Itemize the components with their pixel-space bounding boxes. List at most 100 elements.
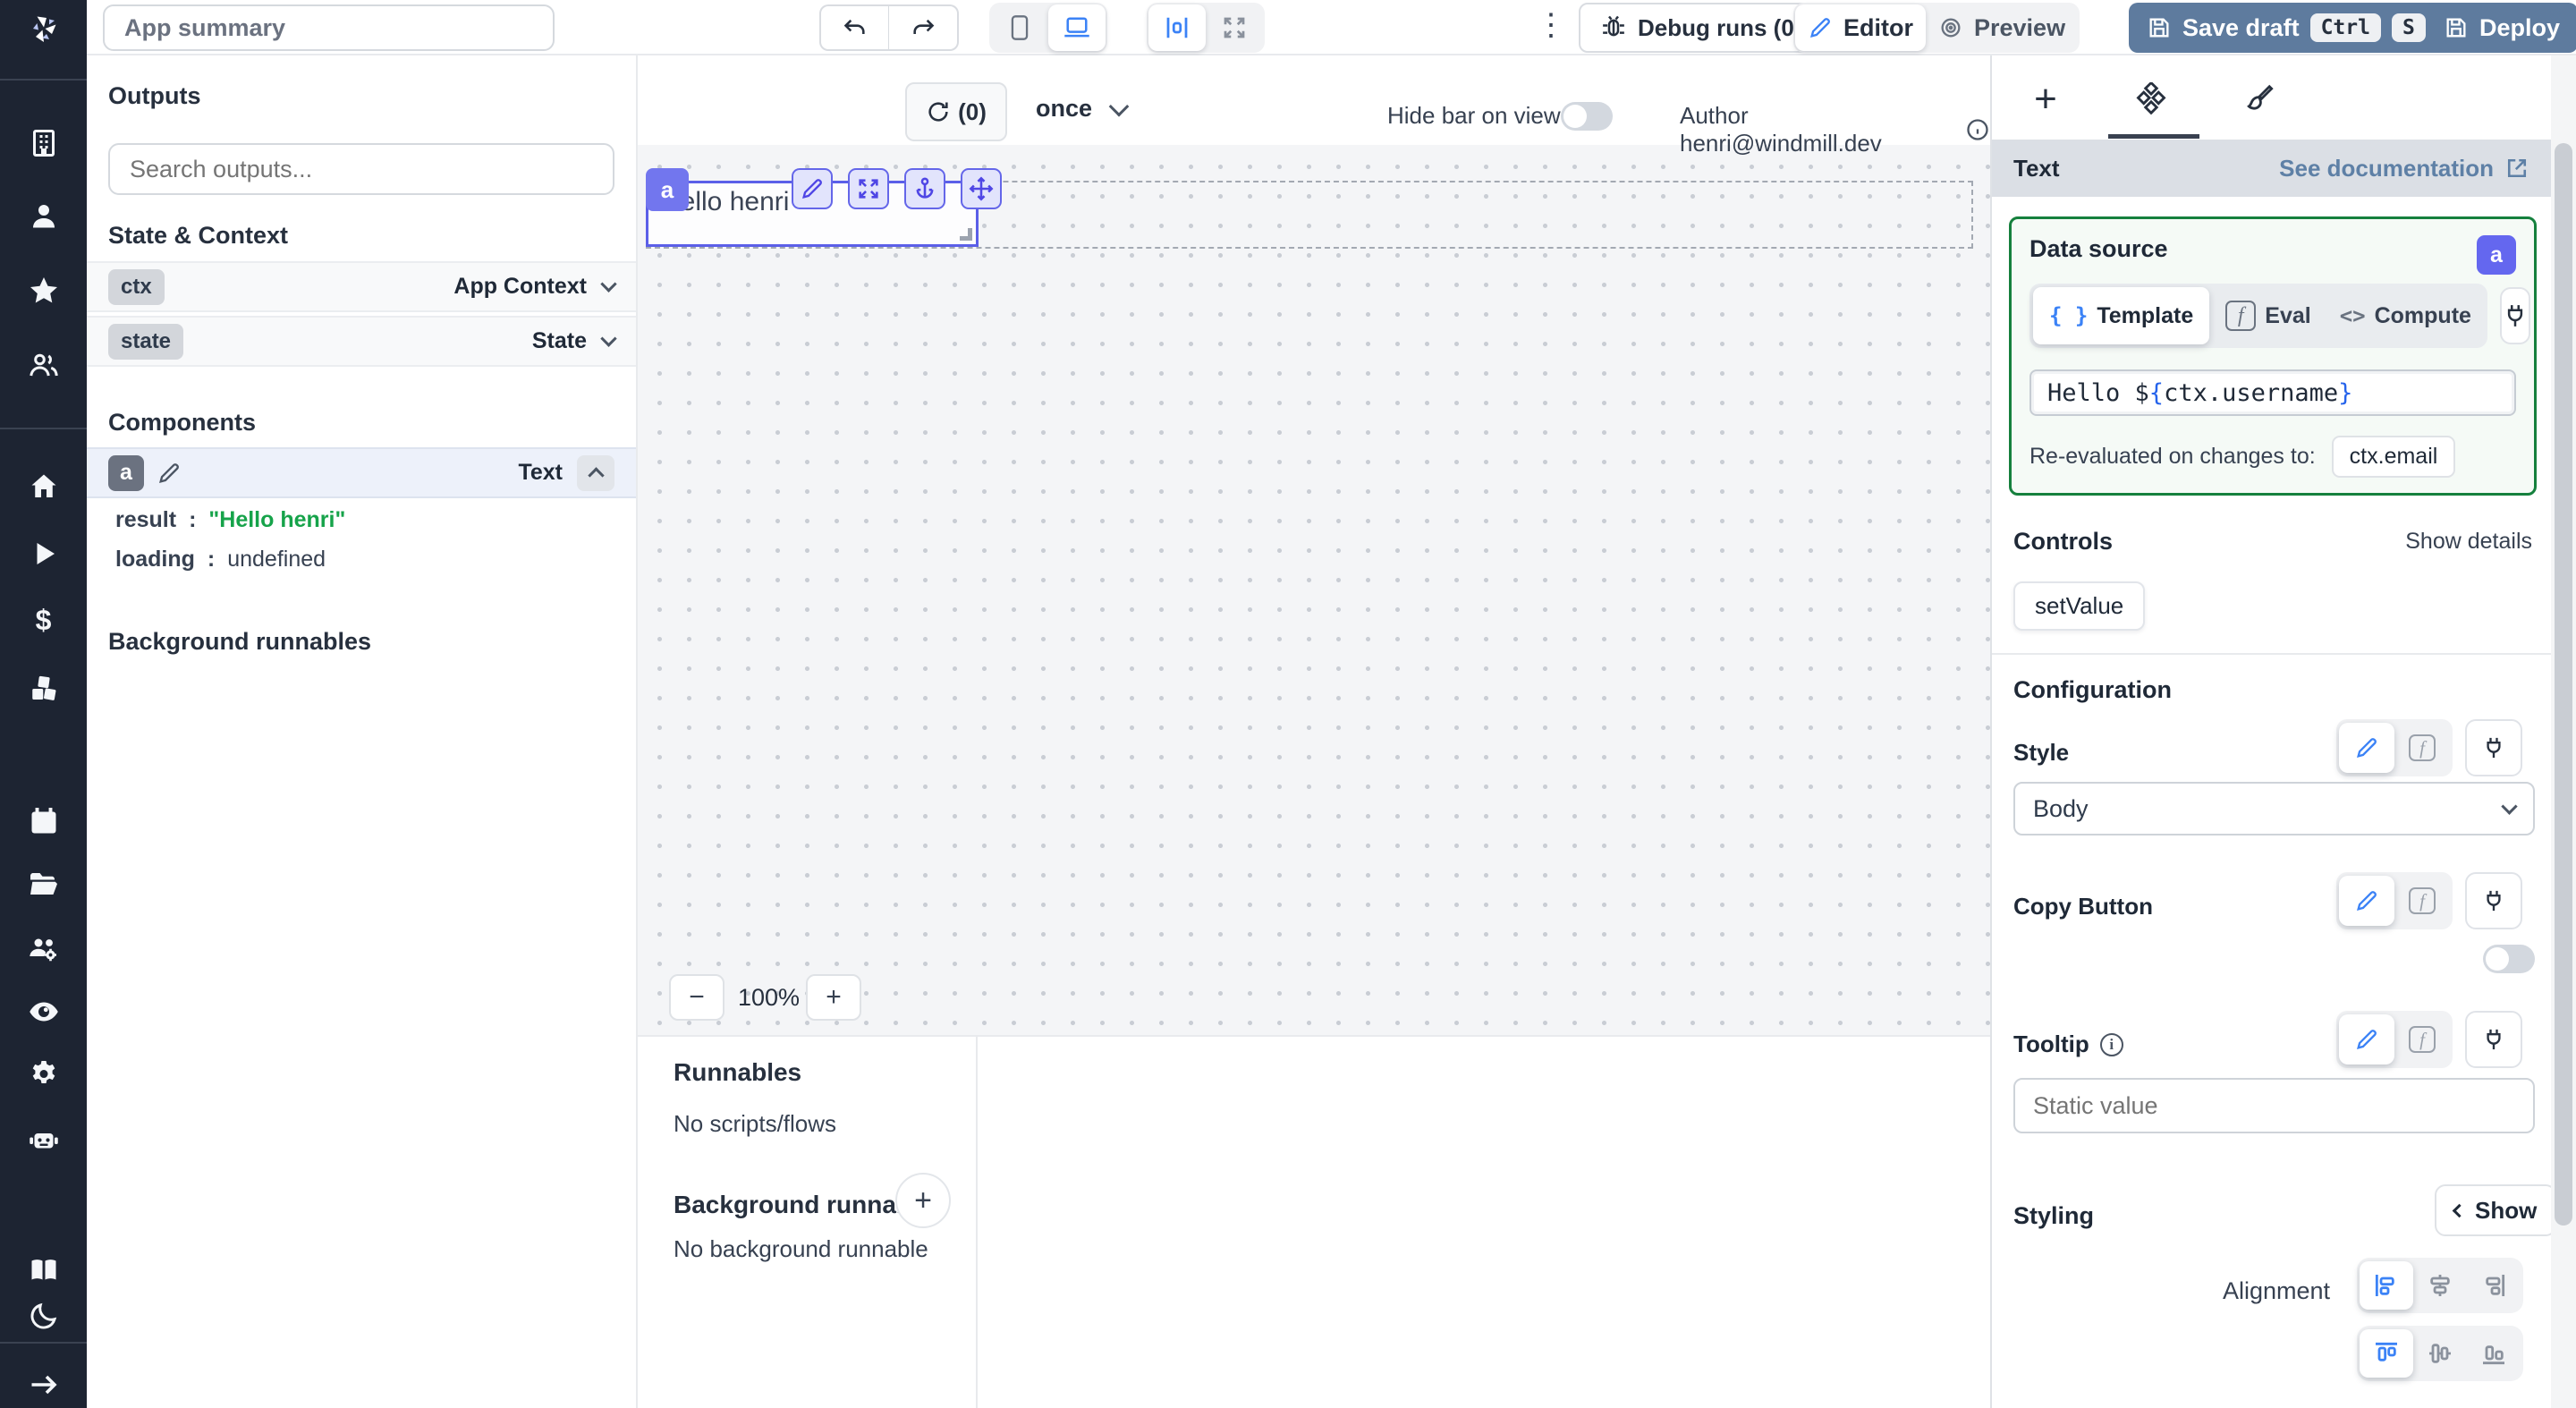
docs-book-icon[interactable] — [0, 1251, 87, 1290]
align-middle-button[interactable] — [2413, 1329, 2467, 1378]
windmill-logo[interactable] — [0, 9, 87, 48]
users-icon[interactable] — [0, 345, 87, 385]
loading-value: undefined — [227, 547, 326, 573]
connect-plug-button[interactable] — [2465, 872, 2522, 929]
show-details-link[interactable]: Show details — [2405, 529, 2532, 555]
static-pencil-mode-button[interactable] — [2339, 1014, 2394, 1064]
more-menu-kebab-icon[interactable]: ⋮ — [1536, 7, 1567, 43]
eval-mode-button[interactable]: f — [2394, 876, 2450, 926]
info-icon[interactable] — [1965, 117, 1990, 142]
schedule-dropdown[interactable]: once — [1036, 95, 1126, 123]
connect-plug-button[interactable] — [2465, 1011, 2522, 1068]
folders-icon[interactable] — [0, 864, 87, 903]
mobile-view-button[interactable] — [991, 4, 1048, 51]
connect-plug-button[interactable] — [2465, 719, 2522, 776]
eval-mode-button[interactable]: f — [2394, 1014, 2450, 1064]
chevron-down-icon[interactable] — [600, 276, 616, 292]
debug-runs-button[interactable]: Debug runs (0) — [1579, 3, 1823, 53]
redo-button[interactable] — [889, 4, 959, 51]
edit-pencil-button[interactable] — [792, 168, 833, 209]
component-settings-tab[interactable] — [2108, 66, 2194, 132]
template-mode-tab[interactable]: { } Template — [2033, 287, 2209, 344]
star-icon[interactable] — [0, 271, 87, 310]
resources-cubes-icon[interactable] — [0, 669, 87, 708]
edit-pencil-icon[interactable] — [157, 461, 182, 486]
section-divider — [1992, 653, 2551, 655]
home-icon[interactable] — [0, 467, 87, 506]
collapse-component-button[interactable] — [577, 455, 614, 491]
reeval-dependency-badge[interactable]: ctx.email — [2332, 436, 2456, 478]
hide-bar-toggle[interactable] — [1561, 102, 1613, 131]
panel-scrollbar-thumb[interactable] — [2555, 143, 2572, 1226]
variables-dollar-icon[interactable]: $ — [0, 600, 87, 640]
static-pencil-mode-button[interactable] — [2339, 876, 2394, 926]
canvas-grid[interactable] — [638, 145, 1990, 1035]
workers-robot-icon[interactable] — [0, 1119, 87, 1158]
chevron-down-icon[interactable] — [600, 330, 616, 346]
state-row[interactable]: state State — [87, 316, 636, 367]
refresh-icon — [926, 99, 951, 124]
align-center-h-button[interactable] — [2413, 1261, 2467, 1310]
ctx-row[interactable]: ctx App Context — [87, 261, 636, 312]
compute-tab-label: Compute — [2375, 303, 2471, 329]
centered-layout-button[interactable] — [1148, 4, 1206, 51]
result-value: "Hello henri" — [208, 507, 345, 533]
workspace-building-icon[interactable] — [0, 123, 87, 163]
styling-show-button[interactable]: Show — [2435, 1184, 2556, 1236]
connect-plug-button[interactable] — [2500, 287, 2530, 344]
component-row[interactable]: a Text — [87, 447, 636, 498]
zoom-out-button[interactable]: − — [669, 974, 724, 1021]
panel-divider[interactable] — [976, 1037, 978, 1408]
compute-mode-tab[interactable]: <> Compute — [2327, 303, 2484, 329]
add-background-runnable-button[interactable]: + — [895, 1173, 951, 1228]
zoom-in-button[interactable]: + — [806, 974, 861, 1021]
dark-mode-moon-icon[interactable] — [0, 1296, 87, 1336]
loading-line[interactable]: loading : undefined — [115, 547, 326, 573]
align-left-button[interactable] — [2360, 1261, 2413, 1310]
template-code-input[interactable]: Hello ${ctx.username} — [2029, 369, 2516, 416]
move-component-button[interactable] — [961, 168, 1002, 209]
resize-handle[interactable] — [960, 228, 972, 241]
undo-redo-group — [819, 4, 959, 51]
schedules-calendar-icon[interactable] — [0, 802, 87, 841]
see-documentation-link[interactable]: See documentation — [2279, 155, 2529, 182]
save-icon — [2444, 15, 2469, 40]
anchor-component-button[interactable] — [904, 168, 945, 209]
align-right-button[interactable] — [2467, 1261, 2521, 1310]
static-pencil-mode-button[interactable] — [2339, 723, 2394, 773]
collapse-arrow-icon[interactable] — [0, 1365, 87, 1404]
code-expression: ctx.username — [2164, 379, 2338, 407]
audit-eye-icon[interactable] — [0, 992, 87, 1031]
component-id-badge[interactable]: a — [646, 168, 689, 211]
copy-button-toggle[interactable] — [2483, 945, 2535, 973]
search-outputs-input[interactable] — [108, 143, 614, 195]
align-top-button[interactable] — [2360, 1329, 2413, 1378]
deploy-button[interactable]: Deploy — [2426, 3, 2576, 53]
align-bottom-button[interactable] — [2467, 1329, 2521, 1378]
refresh-all-button[interactable]: (0) — [905, 82, 1007, 141]
setvalue-control-button[interactable]: setValue — [2013, 581, 2145, 631]
desktop-view-button[interactable] — [1048, 4, 1106, 51]
background-runnables-title: Background runnables — [108, 628, 371, 656]
fullscreen-button[interactable] — [1206, 4, 1263, 51]
preview-tab[interactable]: Preview — [1926, 4, 2078, 51]
settings-gear-icon[interactable] — [0, 1055, 87, 1094]
runs-play-icon[interactable] — [0, 534, 87, 573]
undo-button[interactable] — [819, 4, 889, 51]
expand-component-button[interactable] — [848, 168, 889, 209]
eval-mode-button[interactable]: f — [2394, 723, 2450, 773]
result-line[interactable]: result : "Hello henri" — [115, 507, 345, 533]
user-icon[interactable] — [0, 196, 87, 235]
runnables-panel: Runnables No scripts/flows Background ru… — [638, 1035, 1990, 1408]
info-icon[interactable]: i — [2100, 1033, 2123, 1056]
styling-brush-tab[interactable] — [2214, 66, 2300, 132]
insert-component-tab[interactable]: + — [2003, 66, 2089, 132]
eval-mode-tab[interactable]: f Eval — [2209, 301, 2326, 331]
app-summary-input[interactable] — [103, 4, 555, 51]
tooltip-input[interactable] — [2013, 1078, 2535, 1133]
save-draft-button[interactable]: Save draft Ctrl S — [2129, 3, 2444, 53]
result-key: result — [115, 507, 176, 533]
editor-tab[interactable]: Editor — [1795, 4, 1926, 51]
style-select[interactable]: Body — [2013, 782, 2535, 835]
groups-settings-icon[interactable] — [0, 929, 87, 968]
